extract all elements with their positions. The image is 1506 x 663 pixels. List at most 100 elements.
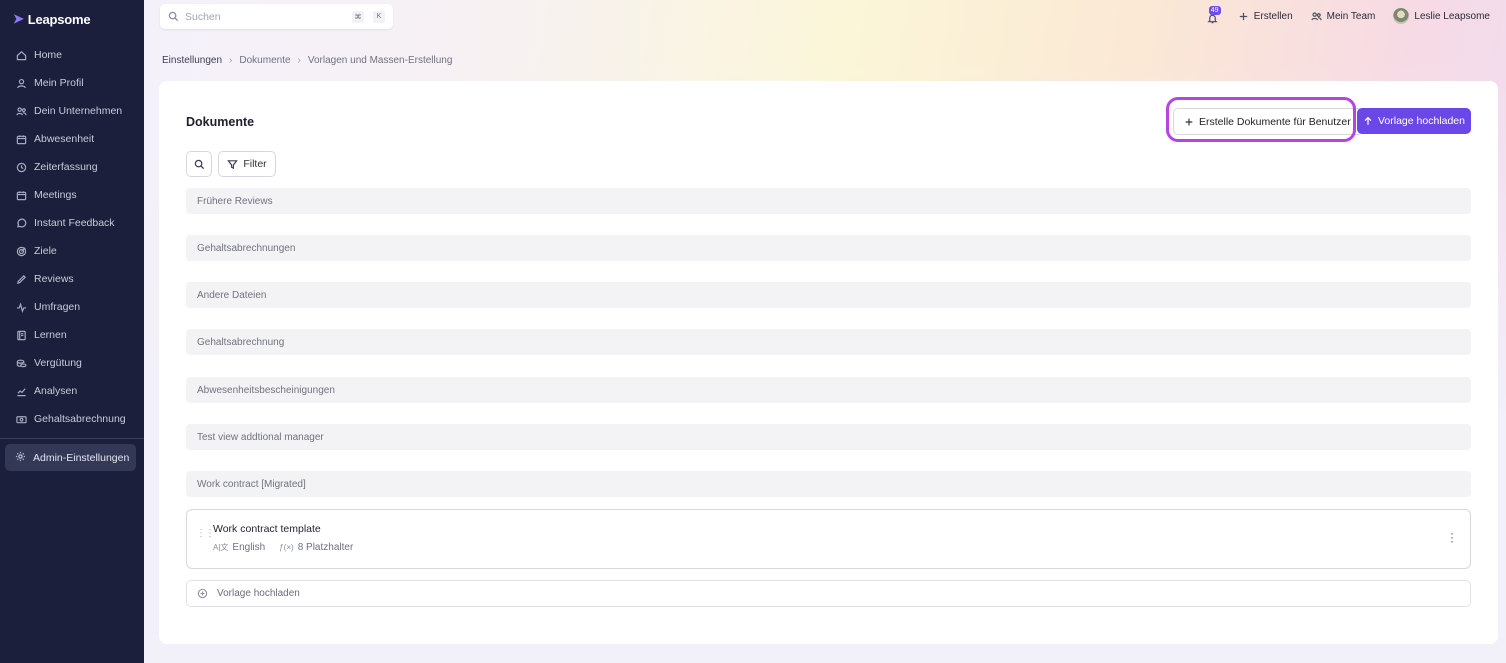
upload-template-label: Vorlage hochladen	[1378, 115, 1465, 127]
documents-card: Dokumente Erstelle Dokumente für Benutze…	[159, 81, 1498, 644]
sidebar-item-instant-feedback[interactable]: Instant Feedback	[0, 209, 144, 237]
sidebar-item-ziele[interactable]: Ziele	[0, 237, 144, 265]
sidebar: ➤ Leapsome Home Mein Profil Dein Unterne…	[0, 0, 144, 663]
topbar-actions: 49 Erstellen Mein Team Leslie Leapsome	[1206, 5, 1490, 27]
home-icon	[15, 49, 27, 61]
clock-icon	[15, 161, 27, 173]
calendar-icon	[15, 133, 27, 145]
document-group-label: Test view addtional manager	[197, 431, 324, 443]
search-button[interactable]	[186, 151, 212, 177]
sidebar-item-label: Instant Feedback	[34, 217, 115, 229]
leapsome-logo-icon: ➤	[13, 11, 24, 26]
pencil-icon	[15, 273, 27, 285]
shortcut-key: K	[373, 10, 385, 23]
template-placeholders: 8 Platzhalter	[297, 542, 354, 553]
page-title: Dokumente	[186, 115, 255, 129]
breadcrumb-item-einstellungen[interactable]: Einstellungen	[162, 55, 222, 66]
shortcut-mod-key: ⌘	[352, 10, 364, 23]
sidebar-item-meetings[interactable]: Meetings	[0, 181, 144, 209]
sidebar-item-label: Analysen	[34, 385, 78, 397]
sidebar-item-gehaltsabrechnung[interactable]: Gehaltsabrechnung	[0, 405, 144, 433]
sidebar-item-label: Abwesenheit	[34, 133, 95, 145]
calendar-icon	[15, 189, 27, 201]
document-group-label: Abwesenheitsbescheinigungen	[197, 384, 335, 396]
breadcrumb-item-vorlagen: Vorlagen und Massen-Erstellung	[307, 55, 453, 66]
people-icon	[15, 105, 27, 117]
document-group[interactable]: Abwesenheitsbescheinigungen	[186, 377, 1471, 403]
plus-icon	[1185, 118, 1193, 125]
sidebar-item-label: Gehaltsabrechnung	[34, 413, 126, 425]
sidebar-item-label: Umfragen	[34, 301, 81, 313]
plus-circle-icon	[197, 588, 208, 599]
search-input[interactable]: Suchen ⌘ K	[160, 4, 393, 29]
chat-icon	[15, 217, 27, 229]
target-icon	[15, 245, 27, 257]
breadcrumb-item-dokumente[interactable]: Dokumente	[239, 55, 290, 66]
create-documents-for-users-button[interactable]: Erstelle Dokumente für Benutzer	[1173, 108, 1363, 135]
sidebar-item-reviews[interactable]: Reviews	[0, 265, 144, 293]
sidebar-item-abwesenheit[interactable]: Abwesenheit	[0, 125, 144, 153]
document-group[interactable]: Gehaltsabrechnung	[186, 329, 1471, 355]
sidebar-nav: Home Mein Profil Dein Unternehmen Abwese…	[0, 41, 144, 433]
upload-row-label: Vorlage hochladen	[217, 588, 300, 599]
sidebar-item-umfragen[interactable]: Umfragen	[0, 293, 144, 321]
document-group-label: Gehaltsabrechnung	[197, 336, 285, 348]
sidebar-item-label: Ziele	[34, 245, 57, 257]
document-group[interactable]: Test view addtional manager	[186, 424, 1471, 450]
document-group[interactable]: Work contract [Migrated]	[186, 471, 1471, 497]
notifications-button[interactable]: 49	[1206, 6, 1221, 24]
pulse-icon	[15, 301, 27, 313]
function-icon: ƒ(×)	[279, 543, 294, 552]
template-language: English	[232, 542, 266, 553]
search-icon	[168, 11, 179, 22]
sidebar-item-label: Mein Profil	[34, 77, 84, 89]
document-group[interactable]: Gehaltsabrechnungen	[186, 235, 1471, 261]
template-meta: A|文 English ƒ(×) 8 Platzhalter	[213, 542, 353, 553]
document-group-label: Andere Dateien	[197, 289, 267, 301]
sidebar-item-label: Admin-Einstellungen	[33, 451, 130, 464]
filter-icon	[227, 159, 239, 169]
create-button[interactable]: Erstellen	[1238, 11, 1293, 22]
user-name: Leslie Leapsome	[1414, 10, 1490, 22]
document-group-label: Work contract [Migrated]	[197, 478, 306, 490]
user-menu[interactable]: Leslie Leapsome	[1393, 8, 1490, 24]
search-icon	[194, 159, 204, 169]
my-team-label: Mein Team	[1326, 10, 1376, 22]
language-icon: A|文	[213, 543, 229, 552]
sidebar-item-admin-einstellungen[interactable]: Admin-Einstellungen	[5, 444, 136, 471]
sidebar-item-verguetung[interactable]: Vergütung	[0, 349, 144, 377]
breadcrumb: Einstellungen › Dokumente › Vorlagen und…	[162, 55, 452, 66]
document-group[interactable]: Andere Dateien	[186, 282, 1471, 308]
notification-badge: 49	[1208, 6, 1221, 15]
sidebar-item-analysen[interactable]: Analysen	[0, 377, 144, 405]
more-options-icon[interactable]: · · ·	[1450, 527, 1454, 547]
sidebar-divider	[0, 438, 144, 439]
filter-button[interactable]: Filter	[218, 151, 276, 177]
my-team-button[interactable]: Mein Team	[1310, 10, 1376, 22]
arrow-up-icon	[1364, 116, 1372, 125]
search-placeholder: Suchen	[185, 10, 221, 23]
document-group-label: Gehaltsabrechnungen	[197, 242, 296, 254]
gear-icon	[15, 451, 26, 465]
sidebar-item-lernen[interactable]: Lernen	[0, 321, 144, 349]
money-icon	[15, 413, 27, 425]
document-group[interactable]: Frühere Reviews	[186, 188, 1471, 214]
upload-template-button[interactable]: Vorlage hochladen	[1357, 108, 1471, 134]
sidebar-item-zeiterfassung[interactable]: Zeiterfassung	[0, 153, 144, 181]
sidebar-item-label: Lernen	[34, 329, 67, 341]
document-group-label: Frühere Reviews	[197, 195, 273, 207]
sidebar-item-label: Dein Unternehmen	[34, 105, 123, 117]
sidebar-item-dein-unternehmen[interactable]: Dein Unternehmen	[0, 97, 144, 125]
template-name: Work contract template	[213, 523, 321, 535]
sidebar-item-home[interactable]: Home	[0, 41, 144, 69]
drag-handle-icon[interactable]: ⋮⋮	[196, 529, 215, 539]
create-documents-label: Erstelle Dokumente für Benutzer	[1199, 115, 1351, 128]
chevron-right-icon: ›	[297, 55, 301, 66]
sidebar-item-mein-profil[interactable]: Mein Profil	[0, 69, 144, 97]
bell-icon: 49	[1206, 6, 1221, 24]
app-logo[interactable]: ➤ Leapsome	[13, 11, 91, 27]
template-row[interactable]: ⋮⋮ Work contract template A|文 English ƒ(×…	[186, 509, 1471, 569]
user-icon	[15, 77, 27, 89]
sidebar-item-label: Zeiterfassung	[34, 161, 98, 173]
upload-template-row[interactable]: Vorlage hochladen	[186, 580, 1471, 607]
